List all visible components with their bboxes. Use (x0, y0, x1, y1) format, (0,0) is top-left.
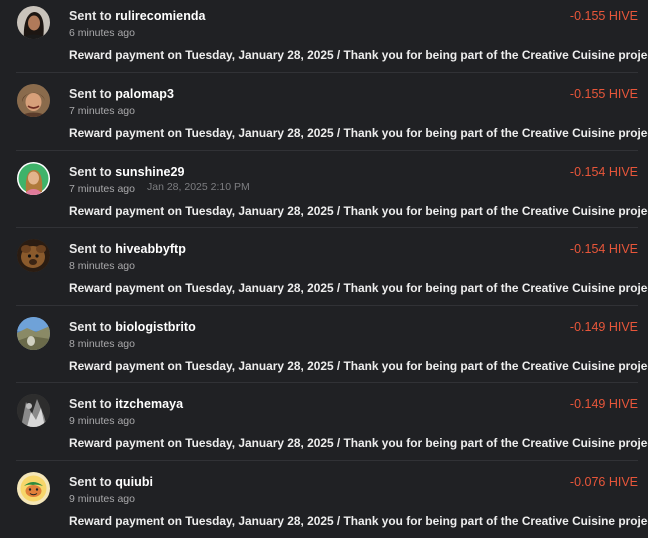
transfer-prefix: Sent to (69, 475, 112, 489)
transfer-memo: Reward payment on Tuesday, January 28, 2… (69, 204, 648, 218)
transfer-prefix: Sent to (69, 397, 112, 411)
transfer-row: Sent to sunshine29 7 minutes ago Jan 28,… (0, 151, 648, 229)
transfer-time: 9 minutes ago (69, 415, 135, 427)
transfer-row: Sent to hiveabbyftp 8 minutes ago -0.154… (0, 228, 648, 306)
recipient-link[interactable]: hiveabbyftp (115, 242, 186, 256)
transfer-amount: -0.154 HIVE (570, 242, 638, 256)
transfer-time: 6 minutes ago (69, 27, 135, 39)
transfer-amount: -0.155 HIVE (570, 87, 638, 101)
transfer-amount: -0.149 HIVE (570, 397, 638, 411)
avatar[interactable] (17, 162, 50, 195)
avatar[interactable] (17, 394, 50, 427)
transfer-memo: Reward payment on Tuesday, January 28, 2… (69, 126, 648, 140)
rulirecomienda-avatar-icon (17, 6, 50, 39)
transfer-title: Sent to quiubi (69, 475, 153, 489)
avatar[interactable] (17, 239, 50, 272)
transfer-time: 7 minutes ago (69, 105, 135, 117)
palomap3-avatar-icon (17, 84, 50, 117)
transfer-prefix: Sent to (69, 242, 112, 256)
transfer-row: Sent to itzchemaya 9 minutes ago -0.149 … (0, 383, 648, 461)
avatar[interactable] (17, 472, 50, 505)
biologistbrito-avatar-icon (17, 317, 50, 350)
transfer-amount: -0.155 HIVE (570, 9, 638, 23)
transfer-memo: Reward payment on Tuesday, January 28, 2… (69, 359, 648, 373)
transfer-title: Sent to itzchemaya (69, 397, 183, 411)
transfer-prefix: Sent to (69, 320, 112, 334)
timestamp-tooltip: Jan 28, 2025 2:10 PM (147, 181, 250, 193)
avatar[interactable] (17, 317, 50, 350)
transfer-row: Sent to biologistbrito 8 minutes ago -0.… (0, 306, 648, 384)
avatar[interactable] (17, 6, 50, 39)
transfer-title: Sent to biologistbrito (69, 320, 196, 334)
avatar[interactable] (17, 84, 50, 117)
transfer-list: Sent to rulirecomienda 6 minutes ago -0.… (0, 0, 648, 538)
transfer-prefix: Sent to (69, 9, 112, 23)
itzchemaya-avatar-icon (17, 394, 50, 427)
recipient-link[interactable]: palomap3 (115, 87, 174, 101)
transfer-row: Sent to quiubi 9 minutes ago -0.076 HIVE… (0, 461, 648, 538)
sunshine29-avatar-icon (17, 162, 50, 195)
quiubi-avatar-icon (17, 472, 50, 505)
transfer-amount: -0.154 HIVE (570, 165, 638, 179)
transfer-memo: Reward payment on Tuesday, January 28, 2… (69, 48, 648, 62)
recipient-link[interactable]: sunshine29 (115, 165, 184, 179)
recipient-link[interactable]: quiubi (115, 475, 153, 489)
transfer-time: 8 minutes ago (69, 260, 135, 272)
recipient-link[interactable]: itzchemaya (115, 397, 183, 411)
transfer-row: Sent to palomap3 7 minutes ago -0.155 HI… (0, 73, 648, 151)
transfer-time: 9 minutes ago (69, 493, 135, 505)
transfer-row: Sent to rulirecomienda 6 minutes ago -0.… (0, 0, 648, 73)
transfer-memo: Reward payment on Tuesday, January 28, 2… (69, 436, 648, 450)
transfer-title: Sent to hiveabbyftp (69, 242, 186, 256)
hiveabbyftp-avatar-icon (17, 239, 50, 272)
transfer-memo: Reward payment on Tuesday, January 28, 2… (69, 281, 648, 295)
transfer-title: Sent to sunshine29 (69, 165, 185, 179)
recipient-link[interactable]: biologistbrito (115, 320, 196, 334)
transfer-title: Sent to rulirecomienda (69, 9, 206, 23)
transfer-memo: Reward payment on Tuesday, January 28, 2… (69, 514, 648, 528)
recipient-link[interactable]: rulirecomienda (115, 9, 205, 23)
transfer-prefix: Sent to (69, 165, 112, 179)
transfer-amount: -0.149 HIVE (570, 320, 638, 334)
transfer-prefix: Sent to (69, 87, 112, 101)
transfer-time: 7 minutes ago (69, 183, 135, 195)
transfer-amount: -0.076 HIVE (570, 475, 638, 489)
transfer-title: Sent to palomap3 (69, 87, 174, 101)
transfer-time: 8 minutes ago (69, 338, 135, 350)
